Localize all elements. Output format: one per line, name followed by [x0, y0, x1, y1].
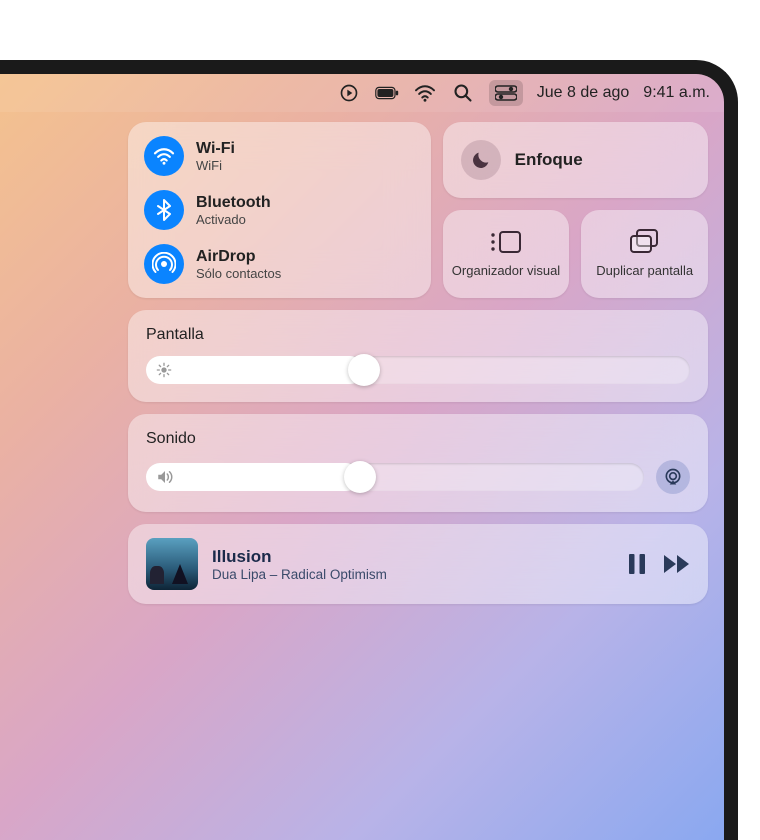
airdrop-icon [144, 244, 184, 284]
album-art [146, 538, 198, 590]
connectivity-card: Wi-Fi WiFi Bluetooth Activado [128, 122, 431, 298]
bluetooth-toggle[interactable]: Bluetooth Activado [144, 190, 415, 230]
menubar: Jue 8 de ago 9:41 a.m. [0, 74, 724, 112]
volume-knob[interactable] [344, 461, 376, 493]
screen-mirroring-icon [629, 229, 661, 255]
brightness-knob[interactable] [348, 354, 380, 386]
now-playing-menubar-icon[interactable] [337, 81, 361, 105]
volume-slider[interactable] [146, 463, 644, 491]
menubar-time[interactable]: 9:41 a.m. [643, 84, 710, 102]
sun-icon [156, 362, 172, 378]
screen-mirroring-label: Duplicar pantalla [596, 263, 693, 279]
screen-mirroring-toggle[interactable]: Duplicar pantalla [581, 210, 708, 298]
sound-title: Sonido [146, 430, 690, 448]
bluetooth-status: Activado [196, 212, 271, 227]
wifi-icon [144, 136, 184, 176]
airdrop-toggle[interactable]: AirDrop Sólo contactos [144, 244, 415, 284]
brightness-title: Pantalla [146, 326, 690, 344]
now-playing-card[interactable]: Illusion Dua Lipa – Radical Optimism [128, 524, 708, 604]
spotlight-search-icon[interactable] [451, 81, 475, 105]
pause-button[interactable] [628, 554, 646, 574]
moon-icon [461, 140, 501, 180]
battery-icon[interactable] [375, 81, 399, 105]
stage-manager-label: Organizador visual [452, 263, 560, 279]
focus-title: Enfoque [515, 150, 583, 170]
focus-toggle[interactable]: Enfoque [443, 122, 708, 198]
wifi-toggle[interactable]: Wi-Fi WiFi [144, 136, 415, 176]
bluetooth-icon [144, 190, 184, 230]
brightness-card: Pantalla [128, 310, 708, 402]
wifi-title: Wi-Fi [196, 140, 235, 158]
stage-manager-toggle[interactable]: Organizador visual [443, 210, 570, 298]
track-artist-album: Dua Lipa – Radical Optimism [212, 567, 614, 582]
airplay-audio-button[interactable] [656, 460, 690, 494]
control-center-icon[interactable] [489, 80, 523, 106]
brightness-slider[interactable] [146, 356, 690, 384]
airdrop-title: AirDrop [196, 248, 281, 266]
wifi-status: WiFi [196, 158, 235, 173]
bluetooth-title: Bluetooth [196, 194, 271, 212]
track-title: Illusion [212, 547, 614, 567]
wifi-menubar-icon[interactable] [413, 81, 437, 105]
speaker-icon [156, 469, 174, 485]
next-track-button[interactable] [664, 555, 690, 573]
airdrop-status: Sólo contactos [196, 266, 281, 281]
menubar-date[interactable]: Jue 8 de ago [537, 84, 630, 102]
stage-manager-icon [489, 229, 523, 255]
sound-card: Sonido [128, 414, 708, 512]
control-center-panel: Wi-Fi WiFi Bluetooth Activado [128, 122, 708, 604]
